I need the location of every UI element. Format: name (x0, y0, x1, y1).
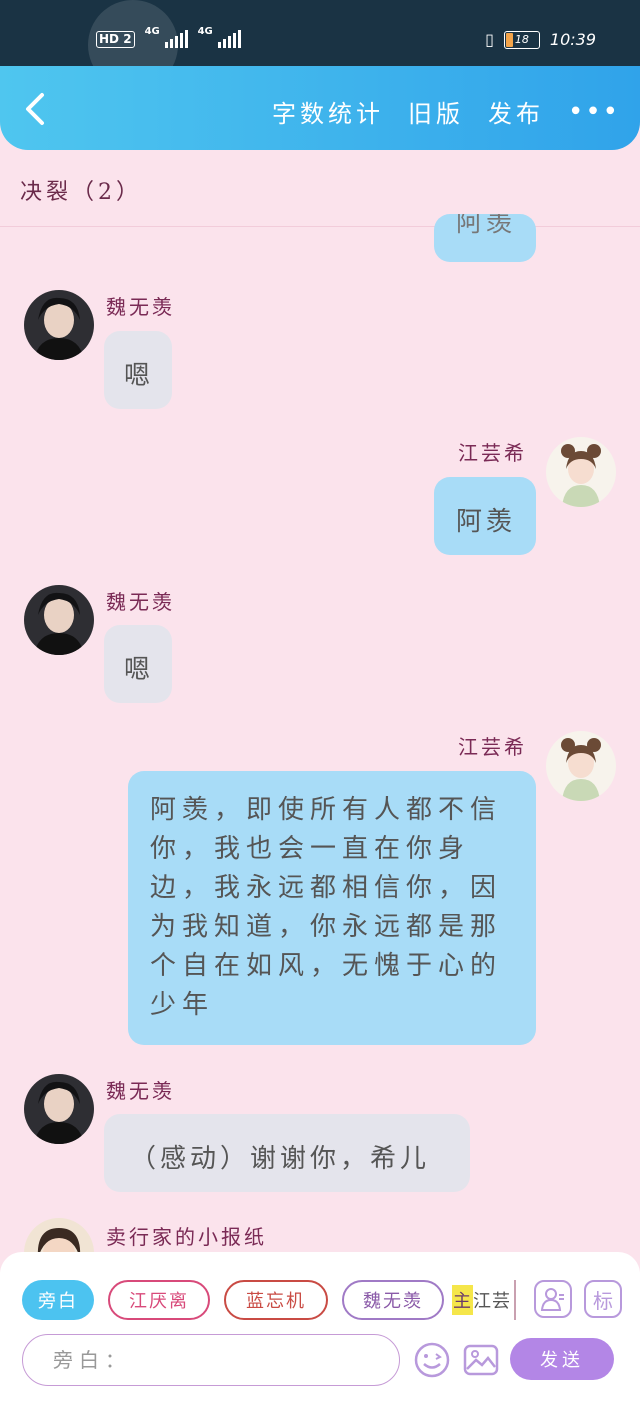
role-chip-jiang-yanli[interactable]: 江厌离 (108, 1280, 210, 1320)
main-role-label: 江芸 (473, 1291, 511, 1312)
sender-name: 魏无羡 (106, 1079, 175, 1103)
message-bubble[interactable]: 阿羡 (434, 477, 536, 555)
message-text: （感动）谢谢你，希儿 (130, 1144, 431, 1174)
tag-label: 标 (593, 1288, 613, 1313)
back-arrow-icon[interactable] (22, 92, 48, 126)
avatar-wei-wuxian[interactable] (24, 1074, 94, 1144)
sender-name: 江芸希 (458, 441, 527, 465)
status-left: HD 2 4G 4G (96, 26, 241, 48)
hd-label: HD (99, 31, 120, 46)
network-label-2: 4G (197, 26, 213, 37)
word-count-button[interactable]: 字数统计 (272, 94, 384, 129)
image-icon[interactable] (462, 1341, 500, 1379)
message-bubble[interactable]: 阿羡，即使所有人都不信你，我也会一直在你身边，我永远都相信你，因为我知道，你永远… (128, 771, 536, 1045)
role-chip-main[interactable]: 主 江芸 (452, 1280, 516, 1320)
signal-icon: 4G (145, 26, 188, 48)
send-button[interactable]: 发送 (510, 1338, 614, 1380)
vibrate-icon: ▯ (485, 30, 494, 49)
avatar-jiang-yunxi[interactable] (546, 731, 616, 801)
message-text: 阿羡，即使所有人都不信你，我也会一直在你身边，我永远都相信你，因为我知道，你永远… (150, 795, 503, 1020)
avatar-jiang-yunxi[interactable] (546, 437, 616, 507)
role-chip-lan-wangji[interactable]: 蓝忘机 (224, 1280, 328, 1320)
avatar-wei-wuxian[interactable] (24, 290, 94, 360)
battery-icon: 18 (503, 30, 540, 49)
message-bubble[interactable]: 嗯 (104, 625, 172, 703)
main-badge: 主 (452, 1285, 473, 1315)
sender-name: 江芸希 (458, 735, 527, 759)
message-bubble[interactable]: 阿羡 (434, 214, 536, 262)
message-text: 嗯 (124, 655, 151, 685)
battery-level: 18 (514, 32, 529, 46)
title-divider (0, 226, 640, 227)
composer-panel: 旁白 江厌离 蓝忘机 魏无羡 主 江芸 标 旁白： 发送 (0, 1252, 640, 1422)
header-actions: 字数统计 旧版 发布 ••• (272, 94, 620, 129)
emoji-icon[interactable] (413, 1341, 451, 1379)
status-bar: HD 2 4G 4G ▯ 18 10:39 (0, 0, 640, 90)
clock: 10:39 (549, 30, 596, 49)
top-header: 字数统计 旧版 发布 ••• (0, 66, 640, 150)
message-bubble[interactable]: （感动）谢谢你，希儿 (104, 1114, 470, 1192)
message-bubble[interactable]: 嗯 (104, 331, 172, 409)
character-icon[interactable] (534, 1280, 572, 1318)
sender-name: 魏无羡 (106, 295, 175, 319)
hd-icon: HD 2 (96, 30, 135, 48)
sim-label: 2 (123, 31, 132, 46)
network-label: 4G (144, 26, 160, 37)
role-chip-narrator[interactable]: 旁白 (22, 1280, 94, 1320)
status-right: ▯ 18 10:39 (485, 30, 596, 49)
sender-name: 魏无羡 (106, 590, 175, 614)
role-chip-wei-wuxian[interactable]: 魏无羡 (342, 1280, 444, 1320)
avatar-wei-wuxian[interactable] (24, 585, 94, 655)
publish-button[interactable]: 发布 (488, 94, 544, 129)
chat-title: 决裂（2） (20, 180, 142, 205)
signal-icon-2: 4G (198, 26, 241, 48)
sender-name: 卖行家的小报纸 (106, 1225, 267, 1249)
old-version-button[interactable]: 旧版 (408, 94, 464, 129)
tag-icon[interactable]: 标 (584, 1280, 622, 1318)
more-icon[interactable]: ••• (568, 97, 620, 127)
message-text: 阿羡 (456, 214, 517, 238)
message-text: 嗯 (124, 361, 151, 391)
message-input[interactable]: 旁白： (22, 1334, 400, 1386)
message-text: 阿羡 (456, 507, 517, 537)
